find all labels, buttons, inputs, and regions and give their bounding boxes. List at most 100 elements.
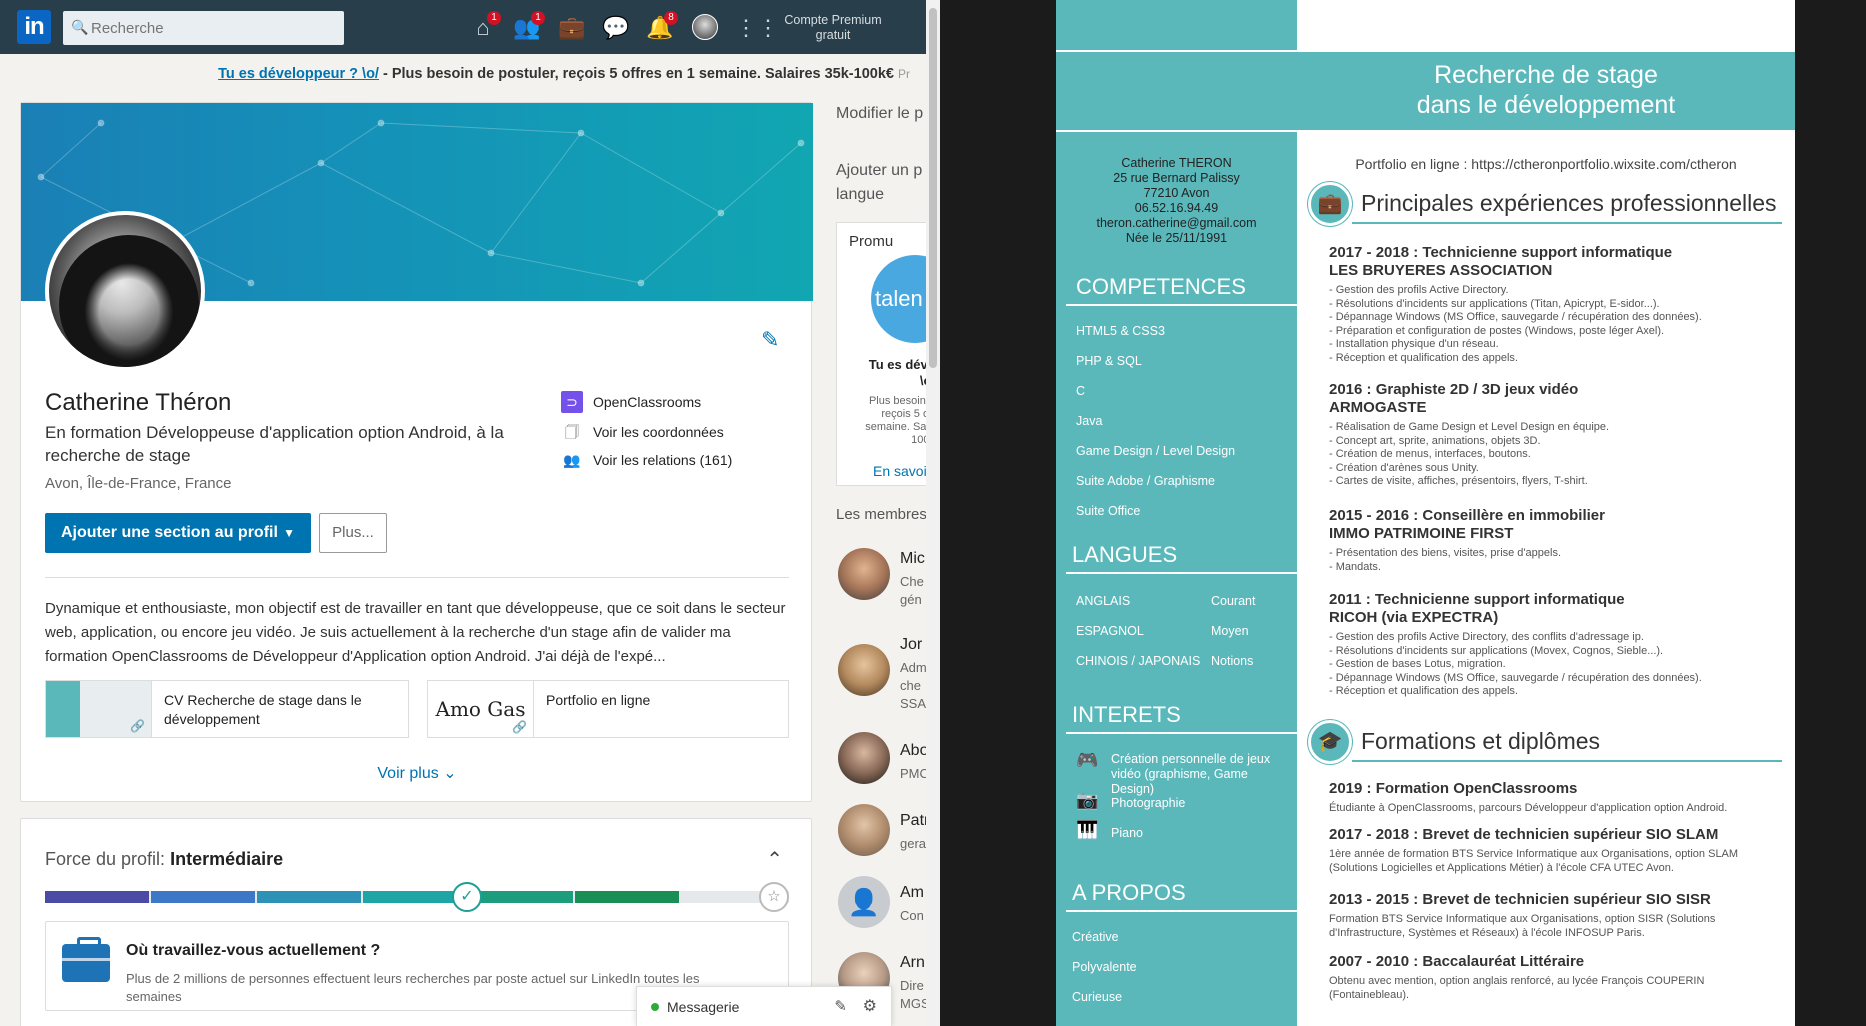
job-details: - Gestion des profils Active Directory. -…	[1329, 284, 1702, 364]
job-company: LES BRUYERES ASSOCIATION	[1329, 262, 1553, 279]
promo-card[interactable]: Promu talen Tu es déve \o/ Plus besoin d…	[836, 222, 926, 486]
language-level: Moyen	[1211, 624, 1249, 638]
member-avatar[interactable]	[838, 732, 890, 784]
trait-item: Polyvalente	[1072, 960, 1137, 974]
job-details: - Réalisation de Game Design et Level De…	[1329, 421, 1610, 487]
see-more-label: Voir plus	[377, 765, 439, 782]
member-avatar[interactable]	[838, 548, 890, 600]
language-item: CHINOIS / JAPONAIS	[1076, 654, 1201, 668]
member-title: Con	[900, 908, 924, 923]
notification-badge: 1	[531, 11, 545, 25]
apps-grid-icon[interactable]: ⋮⋮	[735, 14, 779, 42]
briefcase-icon	[62, 937, 110, 982]
add-language-link[interactable]: Ajouter un p	[836, 162, 922, 180]
member-name[interactable]: Mic	[900, 550, 925, 568]
profile-headline: En formation Développeuse d'application …	[45, 423, 504, 465]
contact-label: Voir les coordonnées	[593, 424, 724, 440]
camera-icon: 📷	[1076, 790, 1099, 810]
add-language-link-2[interactable]: langue	[836, 186, 884, 204]
default-avatar-icon[interactable]: 👤	[838, 876, 890, 928]
caret-down-icon: ▼	[283, 526, 295, 540]
compose-icon[interactable]: ✎	[834, 997, 847, 1015]
heading-rule	[1352, 760, 1782, 762]
promo-logo: talen	[871, 255, 926, 343]
add-section-button[interactable]: Ajouter une section au profil ▼	[45, 513, 311, 553]
gamepad-icon: 🎮	[1076, 750, 1099, 770]
member-title: PMC	[900, 766, 926, 781]
ad-link[interactable]: Tu es développeur ? \o/	[218, 66, 379, 82]
media-item-portfolio[interactable]: Amo Gas 🔗 Portfolio en ligne	[427, 680, 789, 738]
cv-thumbnail: 🔗	[46, 681, 152, 737]
heading-rule	[1066, 732, 1297, 734]
media-title: CV Recherche de stage dans le développem…	[164, 692, 362, 727]
member-avatar[interactable]	[838, 804, 890, 856]
member-name[interactable]: Abo	[900, 742, 926, 760]
chevron-down-icon: ⌄	[443, 765, 457, 782]
competences-heading: COMPETENCES	[1076, 274, 1246, 299]
trait-item: Curieuse	[1072, 990, 1123, 1004]
check-icon: ✓	[452, 882, 482, 912]
promo-cta[interactable]: En savoi	[873, 463, 926, 479]
member-title: Adm	[900, 660, 926, 675]
interest-item: Création personnelle de jeux vidéo (grap…	[1111, 752, 1271, 796]
search-input[interactable]	[91, 11, 336, 45]
member-name[interactable]: Patr	[900, 812, 926, 830]
strength-progress	[45, 891, 789, 903]
promo-desc: Plus besoin dreçois 5 offsemaine. Sala10…	[865, 395, 926, 446]
profile-name: Catherine Théron	[45, 389, 232, 416]
formation-title: 2013 - 2015 : Brevet de technicien supér…	[1329, 891, 1711, 908]
profile-location: Avon, Île-de-France, France	[45, 475, 232, 492]
member-avatar[interactable]	[838, 644, 890, 696]
member-name[interactable]: Am	[900, 884, 924, 902]
strength-level: Intermédiaire	[170, 849, 284, 869]
job-title: 2017 - 2018 : Technicienne support infor…	[1329, 244, 1673, 261]
member-title: SSA	[900, 696, 926, 711]
profile-card: ✎ Catherine Théron En formation Développ…	[20, 102, 813, 802]
profile-photo[interactable]	[45, 211, 205, 371]
school-label: OpenClassrooms	[593, 394, 702, 410]
me-avatar[interactable]	[692, 14, 718, 40]
formation-title: 2017 - 2018 : Brevet de technicien supér…	[1329, 826, 1719, 843]
edit-pencil-icon[interactable]: ✎	[761, 327, 779, 353]
job-entry: 2011 : Technicienne support informatique…	[1329, 591, 1779, 699]
online-status-dot	[651, 1003, 659, 1011]
edit-public-profile-link[interactable]: Modifier le p	[836, 105, 923, 123]
link-icon: 🔗	[130, 719, 145, 733]
job-entry: 2017 - 2018 : Technicienne support infor…	[1329, 244, 1779, 365]
linkedin-window: in 🔍 ⌂1 👥1 💼 💬 🔔8 ⋮⋮ Compte Premium grat…	[0, 0, 926, 1026]
member-name[interactable]: Arn	[900, 954, 925, 972]
formation-desc: Obtenu avec mention, option anglais renf…	[1329, 975, 1705, 1001]
skill-item: HTML5 & CSS3	[1076, 324, 1165, 338]
strength-title: Force du profil: Intermédiaire	[45, 849, 283, 870]
chevron-up-icon[interactable]: ⌃	[766, 847, 783, 872]
star-icon: ☆	[759, 882, 789, 912]
job-entry: 2016 : Graphiste 2D / 3D jeux vidéo ARMO…	[1329, 381, 1779, 489]
linkedin-logo[interactable]: in	[17, 10, 51, 44]
home-icon[interactable]: ⌂ 1	[469, 11, 501, 42]
search-box[interactable]: 🔍	[63, 11, 344, 45]
member-name[interactable]: Jor	[900, 636, 922, 654]
apropos-heading: A PROPOS	[1072, 880, 1186, 905]
jobs-icon[interactable]: 💼	[558, 14, 586, 42]
job-entry: 2015 - 2016 : Conseillère en immobilier …	[1329, 507, 1779, 574]
scrollbar-thumb[interactable]	[929, 8, 937, 368]
media-title: Portfolio en ligne	[546, 692, 651, 708]
notifications-icon[interactable]: 🔔 8	[646, 11, 678, 42]
school-link[interactable]: ⊃ OpenClassrooms	[561, 391, 701, 413]
messaging-icon[interactable]: 💬	[602, 14, 630, 42]
skill-item: PHP & SQL	[1076, 354, 1142, 368]
connections-link[interactable]: 👥 Voir les relations (161)	[561, 449, 732, 471]
more-button[interactable]: Plus...	[319, 513, 387, 553]
media-item-cv[interactable]: 🔗 CV Recherche de stage dans le développ…	[45, 680, 409, 738]
ad-banner[interactable]: Tu es développeur ? \o/ - Plus besoin de…	[0, 66, 926, 82]
job-title: 2015 - 2016 : Conseillère en immobilier	[1329, 507, 1605, 524]
skill-item: Suite Office	[1076, 504, 1141, 518]
messaging-bar[interactable]: Messagerie ✎ ⚙	[636, 986, 892, 1026]
contact-link[interactable]: 🗍 Voir les coordonnées	[561, 421, 724, 443]
promo-title: Tu es déve	[868, 357, 926, 372]
skill-item: Suite Adobe / Graphisme	[1076, 474, 1215, 488]
settings-gear-icon[interactable]: ⚙	[863, 996, 877, 1016]
see-more-link[interactable]: Voir plus ⌄	[21, 763, 813, 783]
network-icon[interactable]: 👥 1	[513, 11, 545, 42]
formations-heading: Formations et diplômes	[1361, 728, 1601, 754]
